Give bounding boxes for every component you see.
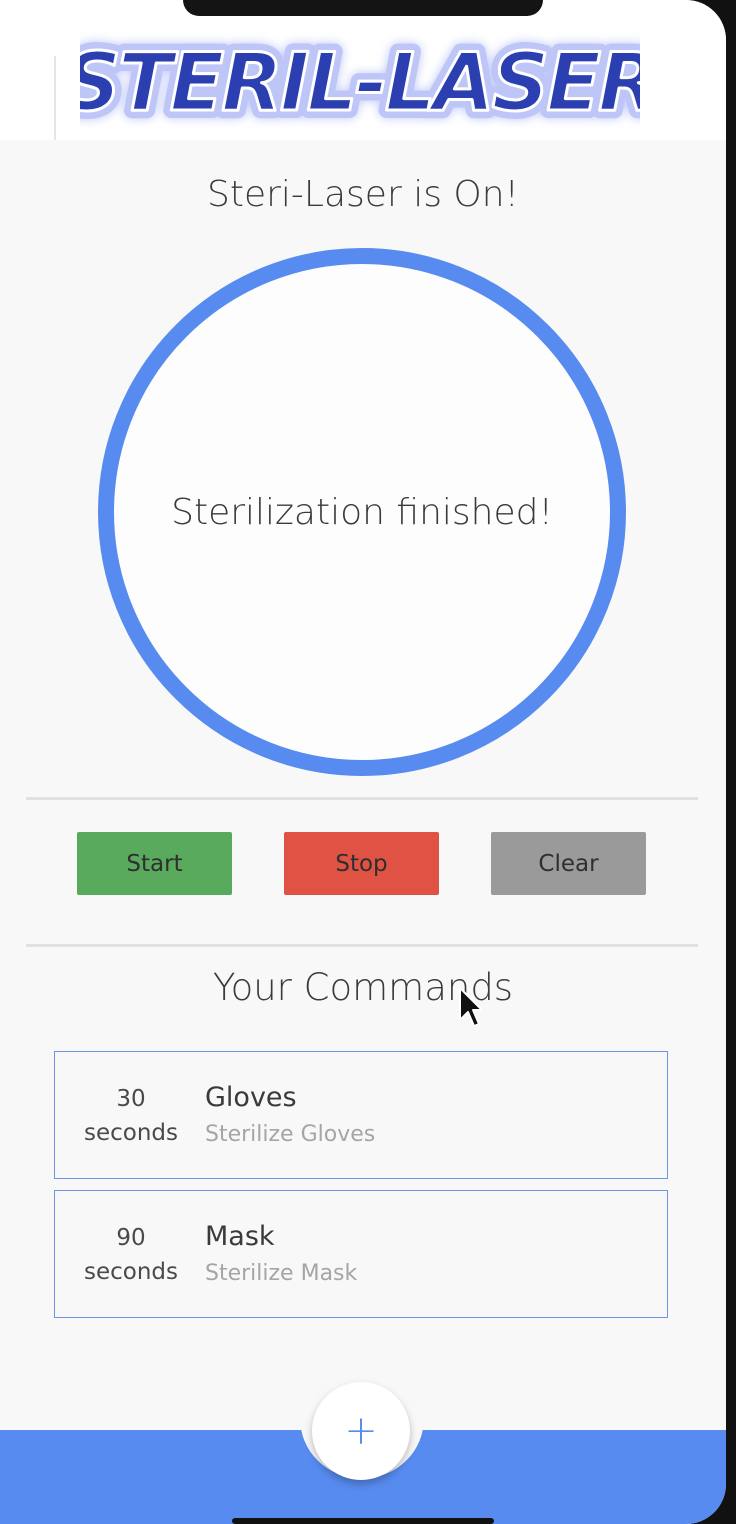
command-description: Sterilize Mask [205, 1261, 358, 1286]
phone-screen: STERIL-LASER STERIL-LASER Steri-Laser is… [0, 0, 726, 1524]
duration-value: 30 [116, 1086, 146, 1112]
mouse-cursor-icon [459, 987, 483, 1027]
plus-icon: + [344, 1408, 378, 1454]
command-card-mask[interactable]: 90 seconds Mask Sterilize Mask [54, 1190, 668, 1318]
add-command-button[interactable]: + [312, 1382, 410, 1480]
duration-value: 90 [116, 1225, 146, 1251]
duration-unit: seconds [83, 1259, 178, 1285]
device-notch [183, 0, 543, 16]
duration-unit: seconds [83, 1120, 178, 1146]
command-card-gloves[interactable]: 30 seconds Gloves Sterilize Gloves [54, 1051, 668, 1179]
divider-bottom [26, 944, 698, 947]
divider-top [26, 797, 698, 800]
home-indicator [232, 1518, 494, 1524]
commands-title: Your Commands [212, 966, 514, 1009]
stop-button[interactable]: Stop [284, 832, 439, 895]
start-button[interactable]: Start [77, 832, 232, 895]
header-divider [54, 56, 56, 140]
ring-message: Sterilization finished! [171, 491, 553, 533]
command-duration: 30 seconds [75, 1082, 187, 1150]
command-name: Mask [205, 1221, 275, 1252]
progress-ring: Sterilization finished! [98, 248, 626, 776]
command-name: Gloves [205, 1082, 297, 1113]
logo-text: STERIL-LASER [80, 36, 640, 129]
app-header: STERIL-LASER STERIL-LASER [0, 0, 726, 140]
command-duration: 90 seconds [75, 1221, 187, 1289]
app-logo: STERIL-LASER STERIL-LASER [80, 28, 640, 137]
clear-button[interactable]: Clear [491, 832, 646, 895]
command-description: Sterilize Gloves [205, 1122, 376, 1147]
status-title: Steri-Laser is On! [207, 174, 519, 215]
